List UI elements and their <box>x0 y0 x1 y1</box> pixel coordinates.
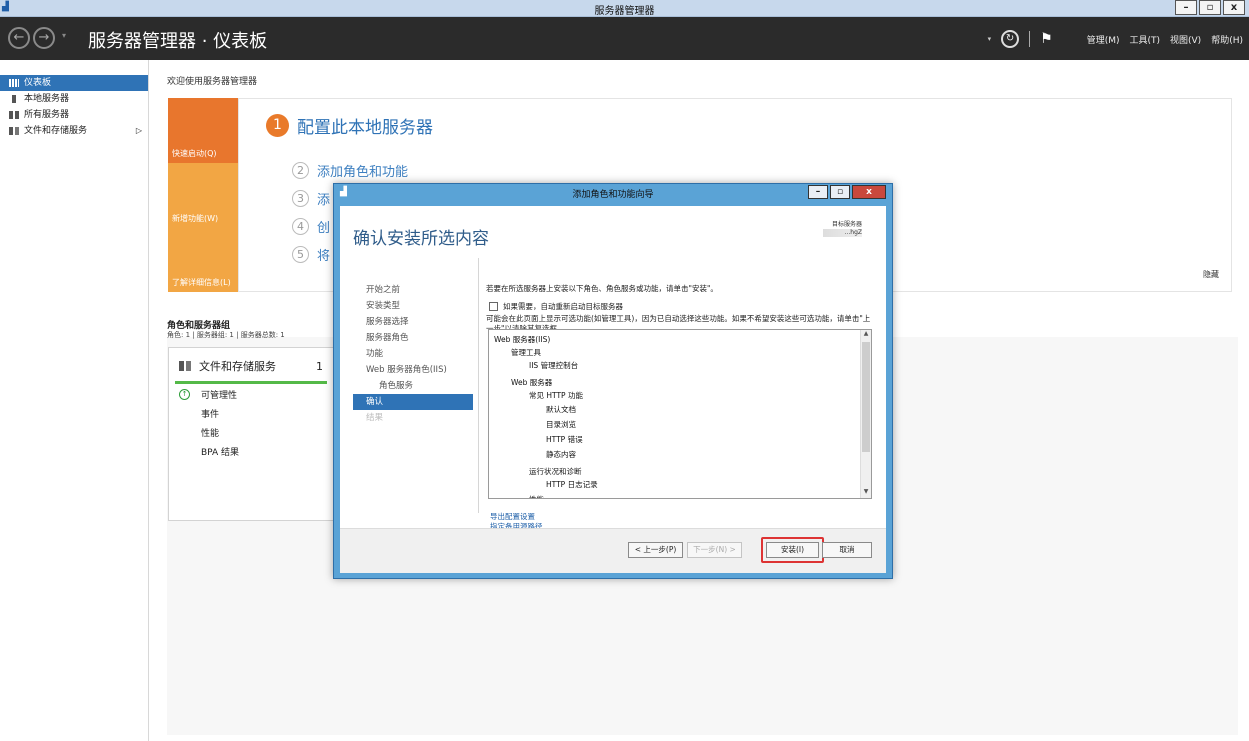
wizard-nav-features[interactable]: 功能 <box>353 346 473 362</box>
file-storage-icon <box>179 361 191 371</box>
step-label: 配置此本地服务器 <box>297 118 433 138</box>
wizard-nav-confirmation[interactable]: 确认 <box>353 394 473 410</box>
list-item: Web 服务器 <box>511 378 553 387</box>
maximize-button[interactable]: ▫ <box>1199 0 1221 15</box>
role-card-file-storage[interactable]: 文件和存储服务 1 ↑ 可管理性 事件 性能 BPA 结果 <box>168 347 334 521</box>
list-scrollbar[interactable]: ▲ ▼ <box>860 330 871 498</box>
all-servers-icon <box>9 111 19 119</box>
sidebar-item-local-server[interactable]: 本地服务器 <box>0 91 148 107</box>
dialog-footer: < 上一步(P) 下一步(N) > 安装(I) 取消 <box>340 528 886 573</box>
menu-help[interactable]: 帮助(H) <box>1211 33 1243 46</box>
add-roles-wizard-dialog: ▟ 添加角色和功能向导 – ▫ x 确认安装所选内容 目标服务器 ...hgZ … <box>333 183 893 579</box>
wizard-nav-web-server-role[interactable]: Web 服务器角色(IIS) <box>353 362 473 378</box>
cancel-button[interactable]: 取消 <box>822 542 872 558</box>
role-card-count: 1 <box>316 360 323 373</box>
previous-button[interactable]: < 上一步(P) <box>628 542 683 558</box>
wizard-nav-server-selection[interactable]: 服务器选择 <box>353 314 473 330</box>
step-4[interactable]: 4 创 <box>292 217 330 236</box>
breadcrumb: 服务器管理器 · 仪表板 <box>88 31 268 52</box>
window-titlebar: ▟ 服务器管理器 – ▫ x <box>0 0 1249 17</box>
wizard-nav-server-roles[interactable]: 服务器角色 <box>353 330 473 346</box>
divider <box>1029 31 1031 47</box>
list-item: Web 服务器(IIS) <box>494 335 551 344</box>
auto-restart-checkbox[interactable] <box>489 302 498 311</box>
file-storage-icon <box>9 127 19 135</box>
roles-summary: 角色: 1 | 服务器组: 1 | 服务器总数: 1 <box>167 331 285 339</box>
wizard-nav-installation-type[interactable]: 安装类型 <box>353 298 473 314</box>
local-server-icon <box>12 95 16 103</box>
dialog-body: 确认安装所选内容 目标服务器 ...hgZ 开始之前 安装类型 服务器选择 服务… <box>340 206 886 573</box>
role-card-title: 文件和存储服务 <box>199 360 276 373</box>
dialog-maximize-button[interactable]: ▫ <box>830 185 850 199</box>
notifications-flag-icon[interactable]: ⚑ <box>1040 31 1053 47</box>
refresh-dropdown-icon[interactable]: ▾ <box>988 35 992 43</box>
list-item: 静态内容 <box>546 450 576 459</box>
wizard-nav-role-services[interactable]: 角色服务 <box>353 378 473 394</box>
dialog-minimize-button[interactable]: – <box>808 185 828 199</box>
sidebar: 仪表板 本地服务器 所有服务器 文件和存储服务 ▷ <box>0 60 149 741</box>
expand-arrow-icon[interactable]: ▷ <box>136 123 142 139</box>
tile-learn-more[interactable]: 了解详细信息(L) <box>168 228 238 292</box>
dialog-close-button[interactable]: x <box>852 185 886 199</box>
sidebar-item-file-storage[interactable]: 文件和存储服务 ▷ <box>0 123 148 139</box>
list-item: 运行状况和诊断 <box>529 467 582 476</box>
step-3[interactable]: 3 添 <box>292 189 330 208</box>
tile-quick-start[interactable]: 快速启动(Q) <box>168 98 238 163</box>
list-item: 管理工具 <box>511 348 541 357</box>
scroll-thumb[interactable] <box>862 342 870 452</box>
divider <box>478 258 479 513</box>
welcome-title: 欢迎使用服务器管理器 <box>167 77 258 87</box>
menu-tools[interactable]: 工具(T) <box>1129 33 1160 46</box>
dashboard-icon <box>9 79 19 87</box>
minimize-button[interactable]: – <box>1175 0 1197 15</box>
back-icon[interactable]: ← <box>8 27 30 49</box>
wizard-nav-before-you-begin[interactable]: 开始之前 <box>353 282 473 298</box>
list-item: 默认文档 <box>546 405 576 414</box>
install-button[interactable]: 安装(I) <box>766 542 819 558</box>
wizard-nav-results: 结果 <box>366 413 384 423</box>
role-row-bpa[interactable]: BPA 结果 <box>201 445 239 458</box>
wizard-nav: 开始之前 安装类型 服务器选择 服务器角色 功能 Web 服务器角色(IIS) … <box>353 282 473 426</box>
auto-restart-label[interactable]: 如果需要，自动重新启动目标服务器 <box>503 302 893 312</box>
list-item: IIS 管理控制台 <box>529 361 579 370</box>
selected-features-list[interactable]: Web 服务器(IIS) 管理工具 IIS 管理控制台 Web 服务器 常见 H… <box>488 329 872 499</box>
tile-whats-new[interactable]: 新增功能(W) <box>168 163 238 228</box>
step-number: 1 <box>266 114 289 137</box>
refresh-icon[interactable]: ↻ <box>1001 30 1020 48</box>
window-title: 服务器管理器 <box>594 6 655 17</box>
sidebar-item-dashboard[interactable]: 仪表板 <box>0 75 148 91</box>
list-item: HTTP 日志记录 <box>546 480 598 489</box>
scroll-down-icon[interactable]: ▼ <box>861 488 871 498</box>
step-configure-local-server[interactable]: 1 配置此本地服务器 <box>266 113 433 138</box>
hide-link[interactable]: 隐藏 <box>1203 269 1219 280</box>
scroll-up-icon[interactable]: ▲ <box>861 330 871 340</box>
status-bar <box>175 381 327 384</box>
menu-manage[interactable]: 管理(M) <box>1087 33 1120 46</box>
sidebar-item-all-servers[interactable]: 所有服务器 <box>0 107 148 123</box>
list-item: HTTP 错误 <box>546 435 583 444</box>
app-header: ← → ▾ 服务器管理器 · 仪表板 ▾ ↻ ⚑ 管理(M) 工具(T) 视图(… <box>0 17 1249 60</box>
target-server: 目标服务器 ...hgZ <box>822 221 862 237</box>
history-dropdown-icon[interactable]: ▾ <box>62 31 66 40</box>
intro-text: 若要在所选服务器上安装以下角色、角色服务或功能，请单击"安装"。 <box>486 284 718 293</box>
forward-icon[interactable]: → <box>33 27 55 49</box>
role-row-manageability[interactable]: 可管理性 <box>201 388 237 401</box>
step-5[interactable]: 5 将 <box>292 245 330 264</box>
list-item: 常见 HTTP 功能 <box>529 391 583 400</box>
next-button: 下一步(N) > <box>687 542 742 558</box>
ok-status-icon: ↑ <box>179 389 190 400</box>
role-row-events[interactable]: 事件 <box>201 407 219 420</box>
role-row-performance[interactable]: 性能 <box>201 426 219 439</box>
step-add-roles[interactable]: 2 添加角色和功能 <box>292 161 408 180</box>
list-item: 目录浏览 <box>546 420 576 429</box>
menu-view[interactable]: 视图(V) <box>1170 33 1201 46</box>
dialog-heading: 确认安装所选内容 <box>353 229 489 249</box>
list-item: 性能 <box>529 494 544 498</box>
close-button[interactable]: x <box>1223 0 1245 15</box>
